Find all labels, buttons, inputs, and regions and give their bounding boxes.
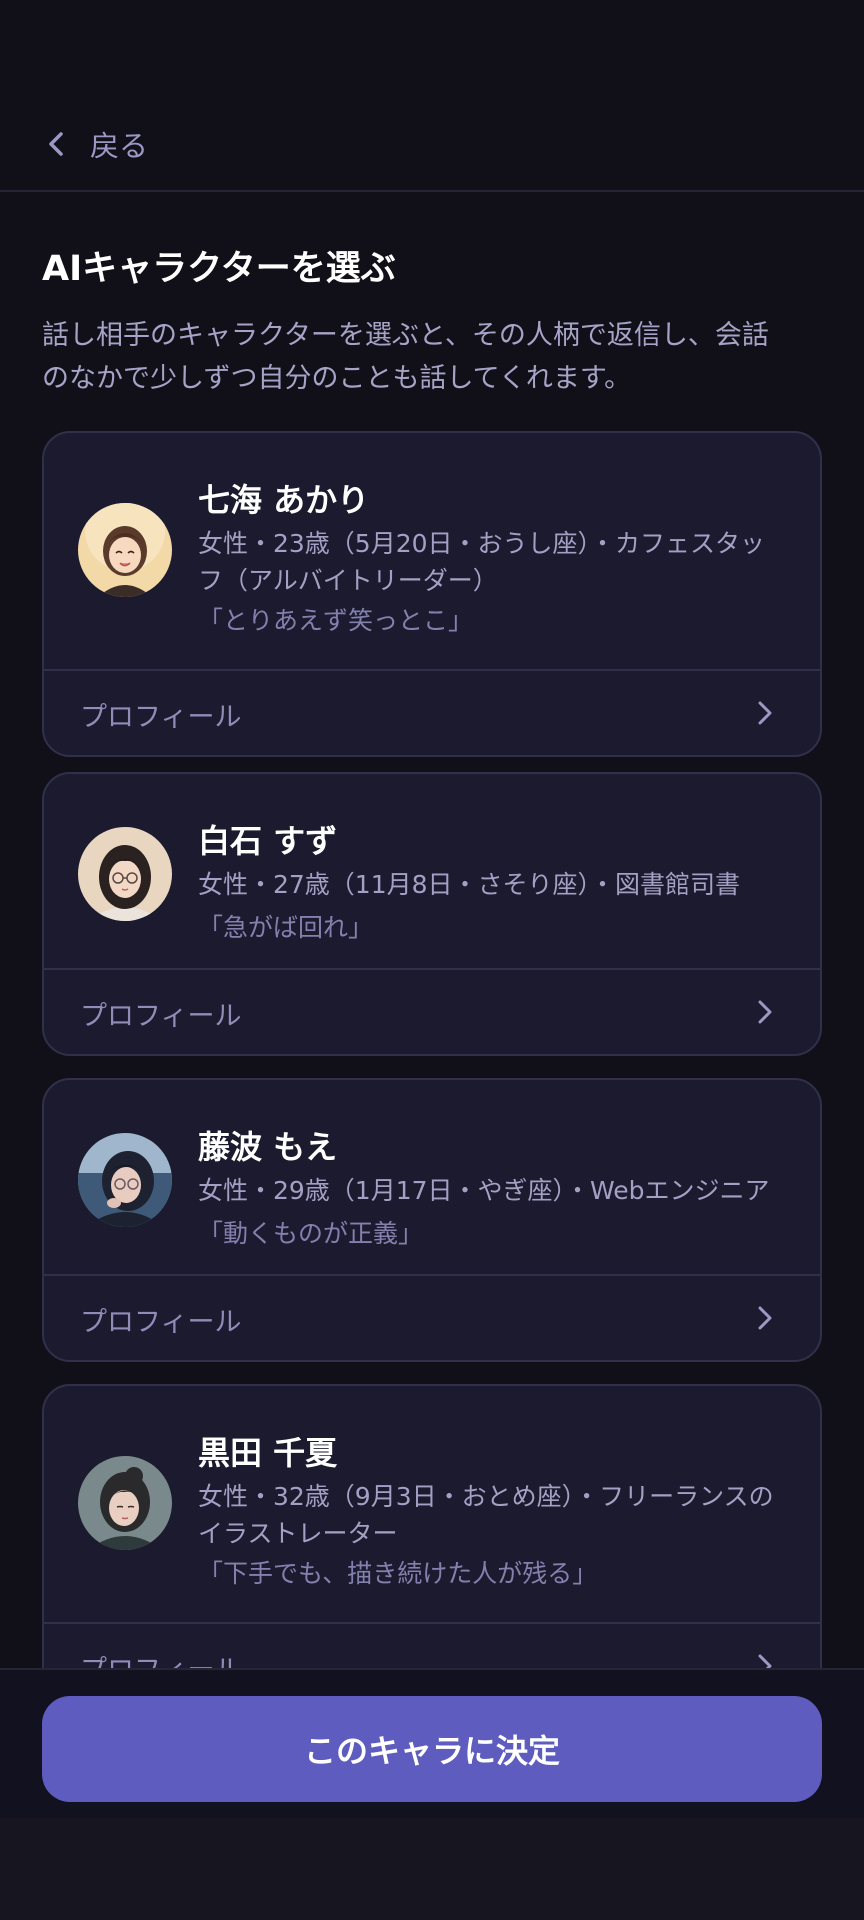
profile-link[interactable]: プロフィール <box>44 1276 820 1360</box>
character-quote: 「動くものが正義」 <box>198 1219 424 1248</box>
meta-line: イラストレーター <box>198 1519 398 1548</box>
character-card-body[interactable]: 七海 あかり 女性・23歳（5月20日・おうし座）・カフェスタッ フ（アルバイト… <box>44 433 820 669</box>
character-name: 七海 あかり <box>198 481 370 519</box>
character-name: 黒田 千夏 <box>198 1434 338 1472</box>
character-quote: 「下手でも、描き続けた人が残る」 <box>198 1559 598 1588</box>
character-name: 白石 すず <box>198 822 338 860</box>
character-card[interactable]: 黒田 千夏 女性・32歳（9月3日・おとめ座）・フリーランスの イラストレーター… <box>42 1384 822 1668</box>
character-meta: 女性・23歳（5月20日・おうし座）・カフェスタッ フ（アルバイトリーダー） <box>198 525 798 599</box>
character-meta: 女性・32歳（9月3日・おとめ座）・フリーランスの イラストレーター <box>198 1478 798 1552</box>
confirm-button[interactable]: このキャラに決定 <box>42 1696 822 1802</box>
avatar <box>78 1456 172 1550</box>
avatar <box>78 503 172 597</box>
description-line: のなかで少しずつ自分のことも話してくれます。 <box>42 363 632 394</box>
character-card-body[interactable]: 白石 すず 女性・27歳（11月8日・さそり座）・図書館司書 「急がば回れ」 <box>44 774 820 968</box>
meta-line: 女性・32歳（9月3日・おとめ座）・フリーランスの <box>198 1482 774 1511</box>
page-description: 話し相手のキャラクターを選ぶと、その人柄で返信し、会話 のなかで少しずつ自分のこ… <box>42 314 832 400</box>
chevron-right-icon <box>758 1000 772 1024</box>
description-line: 話し相手のキャラクターを選ぶと、その人柄で返信し、会話 <box>42 320 769 351</box>
profile-link[interactable]: プロフィール <box>44 671 820 755</box>
character-card[interactable]: 藤波 もえ 女性・29歳（1月17日・やぎ座）・Webエンジニア 「動くものが正… <box>42 1078 822 1362</box>
profile-link[interactable]: プロフィール <box>44 970 820 1054</box>
page-title: AIキャラクターを選ぶ <box>42 249 396 289</box>
character-select-screen: 戻る AIキャラクターを選ぶ 話し相手のキャラクターを選ぶと、その人柄で返信し、… <box>0 0 864 1920</box>
back-label: 戻る <box>90 129 149 163</box>
character-quote: 「急がば回れ」 <box>198 913 374 942</box>
character-card-body[interactable]: 黒田 千夏 女性・32歳（9月3日・おとめ座）・フリーランスの イラストレーター… <box>44 1386 820 1622</box>
meta-line: 女性・23歳（5月20日・おうし座）・カフェスタッ <box>198 529 766 558</box>
meta-line: フ（アルバイトリーダー） <box>198 566 498 595</box>
profile-label: プロフィール <box>80 1001 242 1032</box>
profile-label: プロフィール <box>80 1307 242 1338</box>
avatar <box>78 1133 172 1227</box>
meta-line: 女性・27歳（11月8日・さそり座）・図書館司書 <box>198 870 741 899</box>
character-card-body[interactable]: 藤波 もえ 女性・29歳（1月17日・やぎ座）・Webエンジニア 「動くものが正… <box>44 1080 820 1274</box>
character-card[interactable]: 白石 すず 女性・27歳（11月8日・さそり座）・図書館司書 「急がば回れ」 プ… <box>42 772 822 1056</box>
scroll-content[interactable]: AIキャラクターを選ぶ 話し相手のキャラクターを選ぶと、その人柄で返信し、会話 … <box>0 194 864 1668</box>
system-nav-bar <box>0 1818 864 1920</box>
profile-label: プロフィール <box>80 702 242 733</box>
character-card[interactable]: 七海 あかり 女性・23歳（5月20日・おうし座）・カフェスタッ フ（アルバイト… <box>42 431 822 757</box>
profile-label: プロフィール <box>80 1648 241 1668</box>
chevron-right-icon <box>758 1654 772 1668</box>
back-button[interactable]: 戻る <box>40 118 148 170</box>
profile-link[interactable]: プロフィール <box>44 1624 820 1668</box>
character-meta: 女性・27歳（11月8日・さそり座）・図書館司書 <box>198 866 798 903</box>
top-bar: 戻る <box>0 0 864 192</box>
footer-bar: このキャラに決定 <box>0 1668 864 1818</box>
avatar <box>78 827 172 921</box>
character-quote: 「とりあえず笑っとこ」 <box>198 606 474 635</box>
chevron-right-icon <box>758 701 772 725</box>
character-name: 藤波 もえ <box>198 1128 338 1166</box>
character-meta: 女性・29歳（1月17日・やぎ座）・Webエンジニア <box>198 1172 798 1209</box>
chevron-right-icon <box>758 1306 772 1330</box>
chevron-left-icon <box>49 132 63 156</box>
meta-line: 女性・29歳（1月17日・やぎ座）・Webエンジニア <box>198 1176 770 1205</box>
